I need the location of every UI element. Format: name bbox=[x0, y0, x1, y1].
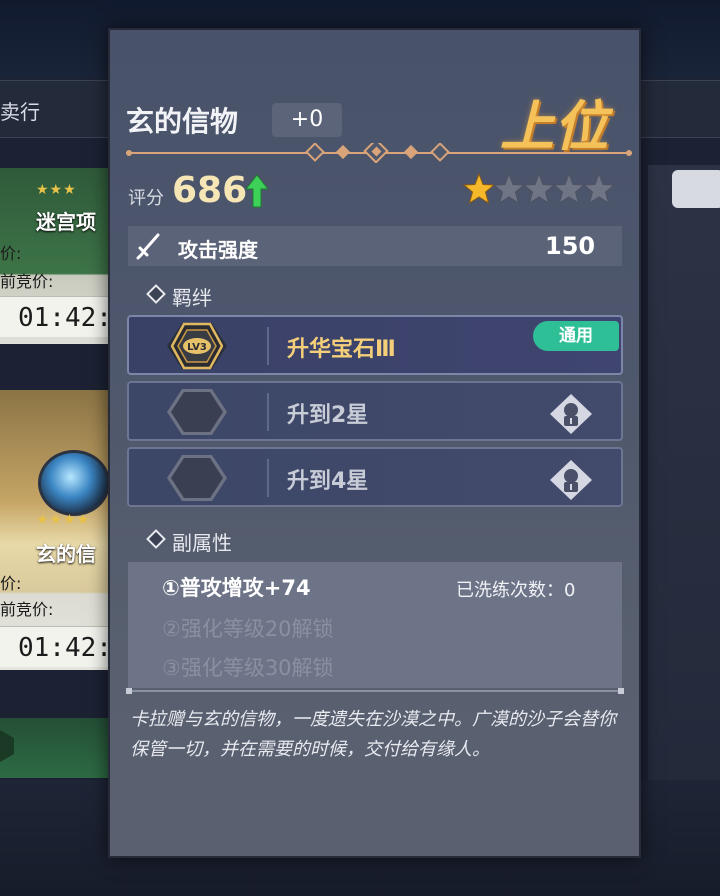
auction-card[interactable] bbox=[0, 718, 118, 778]
substat-line-locked: ②强化等级20解锁 bbox=[162, 617, 334, 641]
card-timer-box: 01:42: bbox=[0, 626, 112, 667]
star-rating bbox=[462, 172, 616, 205]
bond-section-label: 羁绊 bbox=[172, 286, 212, 310]
card-timer: 01:42: bbox=[18, 303, 112, 333]
score-up-arrow-icon bbox=[245, 174, 269, 208]
dagger-icon bbox=[136, 233, 160, 260]
substat-section-label: 副属性 bbox=[172, 531, 232, 555]
title-ornament-divider bbox=[126, 143, 632, 163]
bond-row-4star[interactable]: 升到4星 bbox=[127, 447, 623, 507]
bond-label: 升到2星 bbox=[287, 403, 369, 428]
gem-thumbnail bbox=[38, 450, 110, 516]
card-price-label: 价: bbox=[0, 574, 22, 593]
card-timer: 01:42: bbox=[18, 633, 112, 663]
bond-label: 升到4星 bbox=[287, 469, 369, 494]
main-stat-label: 攻击强度 bbox=[178, 238, 258, 262]
bond-divider bbox=[267, 459, 269, 497]
lv3-hex-badge-icon: LV3 bbox=[171, 322, 223, 370]
star-empty-icon bbox=[522, 172, 556, 205]
auction-card[interactable]: ★★★★ 玄的信 价: 前竞价: 01:42: bbox=[0, 390, 118, 670]
bond-divider bbox=[267, 393, 269, 431]
item-description: 卡拉赠与玄的信物，一度遗失在沙漠之中。广漠的沙子会替你保管一切，并在需要的时候，… bbox=[130, 709, 616, 760]
card-bid-label: 前竞价: bbox=[0, 272, 54, 291]
divider-end-dot bbox=[618, 688, 624, 694]
card-stars: ★★★ bbox=[36, 182, 77, 198]
lv-badge-text: LV3 bbox=[187, 342, 207, 353]
substat-line: ①普攻增攻+74 bbox=[162, 576, 311, 600]
bond-label: 升华宝石Ⅲ bbox=[287, 337, 396, 362]
bond-row-gem[interactable]: LV3 升华宝石Ⅲ 通用 bbox=[127, 315, 623, 375]
score-value: 686 bbox=[172, 170, 248, 211]
star-empty-icon bbox=[582, 172, 616, 205]
card-price-label: 价: bbox=[0, 244, 22, 263]
card-title: 玄的信 bbox=[36, 542, 96, 566]
bond-divider bbox=[267, 327, 269, 365]
universal-tag-badge: 通用 bbox=[533, 321, 619, 351]
substat-line-locked: ③强化等级30解锁 bbox=[162, 656, 334, 680]
bond-row-2star[interactable]: 升到2星 bbox=[127, 381, 623, 441]
card-timer-box: 01:42: bbox=[0, 296, 112, 337]
refine-count: 已洗练次数：0 bbox=[456, 580, 576, 601]
card-stars: ★★★★ bbox=[36, 512, 91, 528]
star-empty-icon bbox=[552, 172, 586, 205]
main-stat-value: 150 bbox=[545, 232, 596, 260]
auction-card[interactable]: ★★★ 迷宫项 价: 前竞价: 01:42: bbox=[0, 168, 118, 344]
star-empty-icon bbox=[492, 172, 526, 205]
background-right-button[interactable] bbox=[672, 170, 720, 208]
item-name: 玄的信物 bbox=[126, 105, 239, 138]
card-bid-label: 前竞价: bbox=[0, 600, 54, 619]
card-title: 迷宫项 bbox=[36, 210, 96, 234]
divider-end-dot bbox=[126, 688, 132, 694]
description-divider bbox=[128, 690, 622, 692]
lock-sigil-icon[interactable] bbox=[549, 459, 593, 501]
score-label: 评分 bbox=[128, 188, 164, 209]
background-header-label: 卖行 bbox=[0, 100, 40, 124]
star-filled-icon bbox=[462, 172, 496, 205]
enhance-level-badge: +0 bbox=[272, 103, 342, 137]
lock-sigil-icon[interactable] bbox=[549, 393, 593, 435]
